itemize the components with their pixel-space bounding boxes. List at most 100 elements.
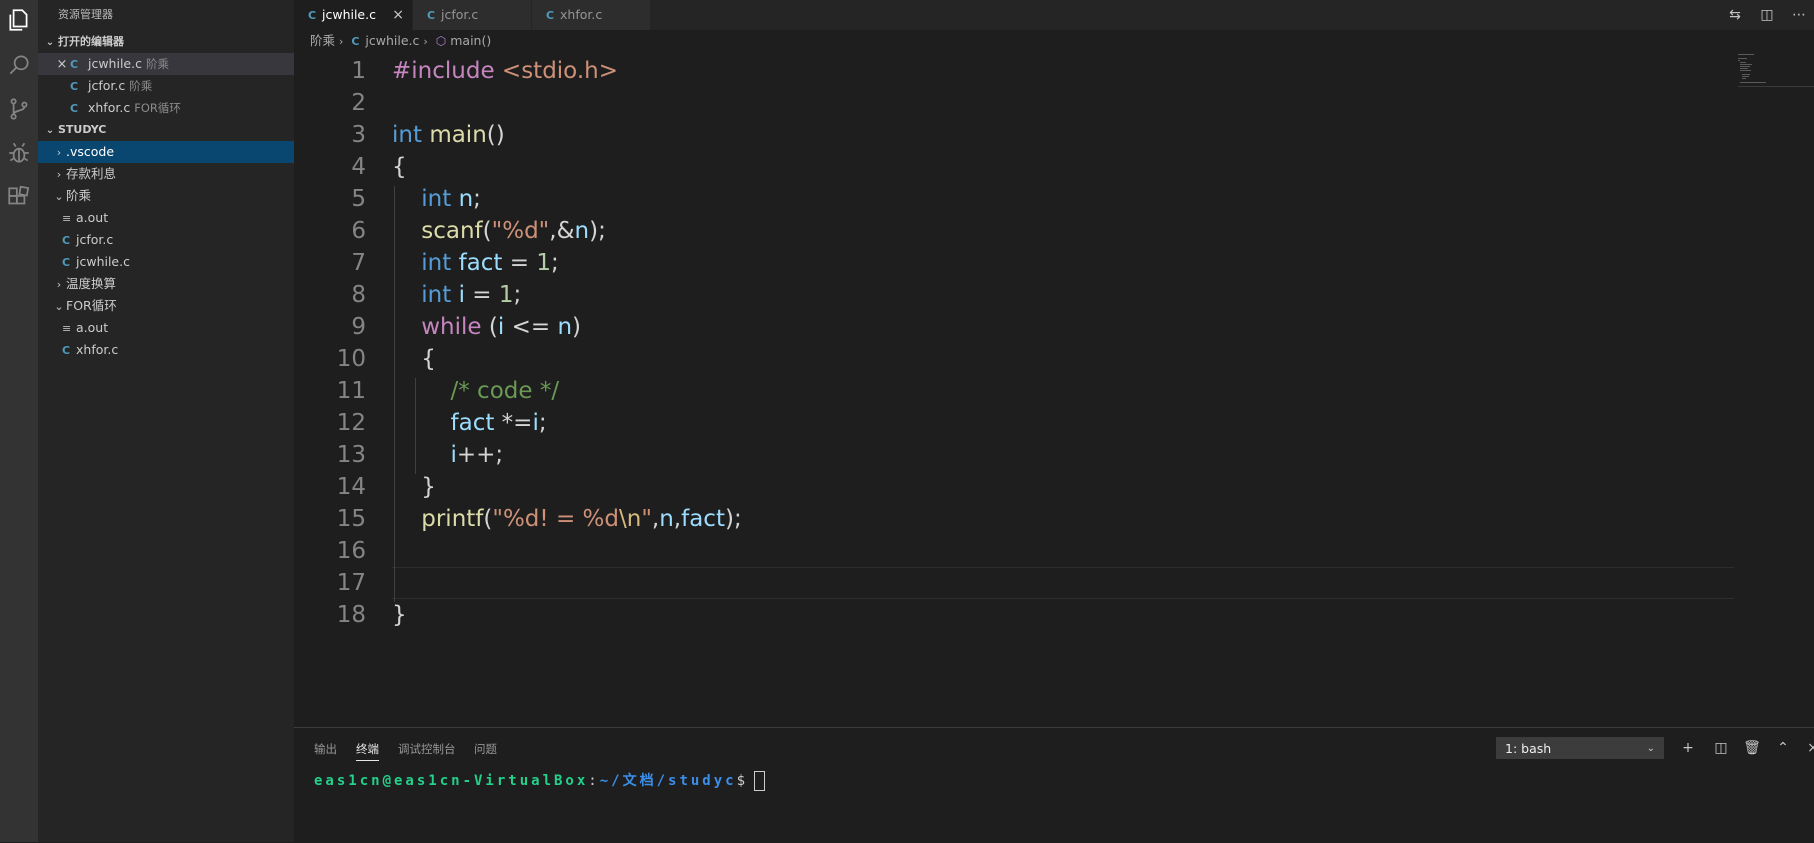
search-icon[interactable]	[3, 49, 35, 81]
tree-label: jcfor.c	[76, 232, 114, 247]
line-number: 18	[336, 602, 366, 628]
tree-label: 存款利息	[66, 166, 117, 181]
terminal-select-value: 1: bash	[1505, 741, 1552, 756]
code-line: fact *=i;	[450, 410, 547, 436]
tree-file-jcwhile[interactable]: Cjcwhile.c	[38, 251, 294, 273]
chevron-down-icon: ⌄	[45, 37, 55, 48]
c-file-icon: C	[62, 256, 71, 269]
breadcrumb: 阶乘 › Cjcwhile.c › ⬡ main()	[294, 30, 1694, 52]
code-editor[interactable]: 1 2 3 4 5 6 7 8 9 10 11 12 13 14 15 16 1…	[294, 52, 1734, 727]
workspace-header[interactable]: ⌄ STUDYC	[38, 119, 294, 141]
tab-label: xhfor.c	[560, 7, 603, 22]
terminal-select[interactable]: 1: bash ⌄	[1496, 737, 1664, 759]
open-changes-icon[interactable]: ⇆	[1726, 7, 1744, 23]
code-line: scanf("%d",&n);	[421, 218, 606, 244]
maximize-panel-icon[interactable]: ⌃	[1772, 737, 1794, 759]
breadcrumb-symbol[interactable]: main()	[450, 33, 491, 48]
chevron-right-icon: ›	[423, 35, 428, 48]
line-number: 10	[336, 346, 366, 372]
chevron-down-icon: ⌄	[54, 300, 64, 313]
explorer-icon[interactable]	[3, 4, 35, 36]
c-file-icon: C	[62, 344, 71, 357]
open-editor-desc: 阶乘	[145, 57, 169, 71]
code-line: while (i <= n)	[421, 314, 581, 340]
activity-bar	[0, 0, 38, 842]
line-number: 11	[336, 378, 366, 404]
code-line: {	[392, 154, 407, 180]
tab-xhfor[interactable]: Cxhfor.c	[532, 0, 650, 30]
line-number: 2	[351, 90, 366, 116]
split-editor-icon[interactable]: ◫	[1758, 7, 1776, 23]
panel-tab-problems[interactable]: 问题	[474, 738, 497, 760]
breadcrumb-folder[interactable]: 阶乘	[310, 33, 335, 48]
more-actions-icon[interactable]: ⋯	[1790, 7, 1808, 23]
tree-folder-vscode[interactable]: › .vscode	[38, 141, 294, 163]
chevron-right-icon: ›	[56, 278, 62, 291]
panel-tab-debug-console[interactable]: 调试控制台	[398, 738, 456, 760]
symbol-method-icon: ⬡	[435, 34, 447, 48]
tab-jcwhile[interactable]: Cjcwhile.c ×	[294, 0, 412, 30]
extensions-icon[interactable]	[3, 181, 35, 213]
workspace-label: STUDYC	[58, 123, 107, 136]
breadcrumb-file[interactable]: jcwhile.c	[365, 33, 419, 48]
open-editor-desc: 阶乘	[129, 79, 153, 93]
tree-label: a.out	[76, 210, 109, 225]
chevron-down-icon: ⌄	[45, 125, 55, 136]
code-line: int i = 1;	[421, 282, 522, 308]
tree-folder-forxh[interactable]: ⌄ FOR循环	[38, 295, 294, 317]
tab-label: jcwhile.c	[322, 7, 376, 22]
open-editor-item[interactable]: C jcfor.c 阶乘	[38, 75, 294, 97]
text-file-icon: ≡	[62, 212, 72, 225]
split-terminal-icon[interactable]: ◫	[1710, 737, 1732, 759]
c-file-icon: C	[62, 234, 71, 247]
minimap[interactable]	[1734, 52, 1814, 142]
line-number: 1	[351, 58, 366, 84]
tree-folder-wendu[interactable]: › 温度换算	[38, 273, 294, 295]
open-editor-name: jcwhile.c	[87, 56, 142, 71]
open-editor-item[interactable]: C xhfor.c FOR循环	[38, 97, 294, 119]
line-number: 13	[336, 442, 366, 468]
c-file-icon: C	[308, 9, 317, 22]
chevron-right-icon: ›	[56, 146, 62, 159]
line-number: 8	[351, 282, 366, 308]
open-editors-label: 打开的编辑器	[58, 35, 124, 48]
tree-folder-jiecheng[interactable]: ⌄ 阶乘	[38, 185, 294, 207]
text-file-icon: ≡	[62, 322, 72, 335]
open-editor-name: xhfor.c	[87, 100, 131, 115]
debug-icon[interactable]	[3, 137, 35, 169]
line-number: 3	[351, 122, 366, 148]
open-editor-item[interactable]: × C jcwhile.c 阶乘	[38, 53, 294, 75]
tree-file-jcfor[interactable]: Cjcfor.c	[38, 229, 294, 251]
panel-tab-output[interactable]: 输出	[314, 738, 337, 760]
tab-jcfor[interactable]: Cjcfor.c	[413, 0, 531, 30]
close-icon[interactable]: ×	[54, 54, 70, 76]
code-line: /* code */	[450, 378, 560, 404]
c-file-icon: C	[70, 80, 79, 93]
c-file-icon: C	[546, 9, 555, 22]
close-panel-icon[interactable]: ×	[1802, 737, 1814, 759]
code-line: int n;	[421, 186, 481, 212]
open-editor-desc: FOR循环	[134, 101, 181, 115]
tree-file-xhfor[interactable]: Cxhfor.c	[38, 339, 294, 361]
source-control-icon[interactable]	[3, 93, 35, 125]
tree-label: a.out	[76, 320, 109, 335]
open-editors-header[interactable]: ⌄ 打开的编辑器	[38, 31, 294, 53]
c-file-icon: C	[70, 102, 79, 115]
panel-tab-terminal[interactable]: 终端	[356, 738, 379, 761]
tree-file-aout[interactable]: ≡ a.out	[38, 207, 294, 229]
code-line: }	[392, 602, 407, 628]
tree-file-aout[interactable]: ≡ a.out	[38, 317, 294, 339]
terminal-output[interactable]: eas1cn@eas1cn-VirtualBox:~/文档/studyc$	[314, 770, 766, 792]
c-file-icon: C	[70, 58, 79, 71]
code-line: #include <stdio.h>	[392, 58, 619, 84]
code-line: }	[392, 474, 436, 500]
close-icon[interactable]: ×	[392, 0, 404, 30]
add-terminal-icon[interactable]: +	[1677, 737, 1699, 759]
prompt-user: eas1cn@eas1cn-VirtualBox	[314, 773, 589, 789]
tree-folder-cunkuan[interactable]: › 存款利息	[38, 163, 294, 185]
code-line: printf("%d! = %d\n",n,fact);	[421, 506, 742, 532]
tree-label: .vscode	[66, 144, 115, 159]
trash-icon[interactable]: 🗑	[1741, 737, 1763, 759]
line-number: 12	[336, 410, 366, 436]
chevron-right-icon: ›	[339, 35, 344, 48]
